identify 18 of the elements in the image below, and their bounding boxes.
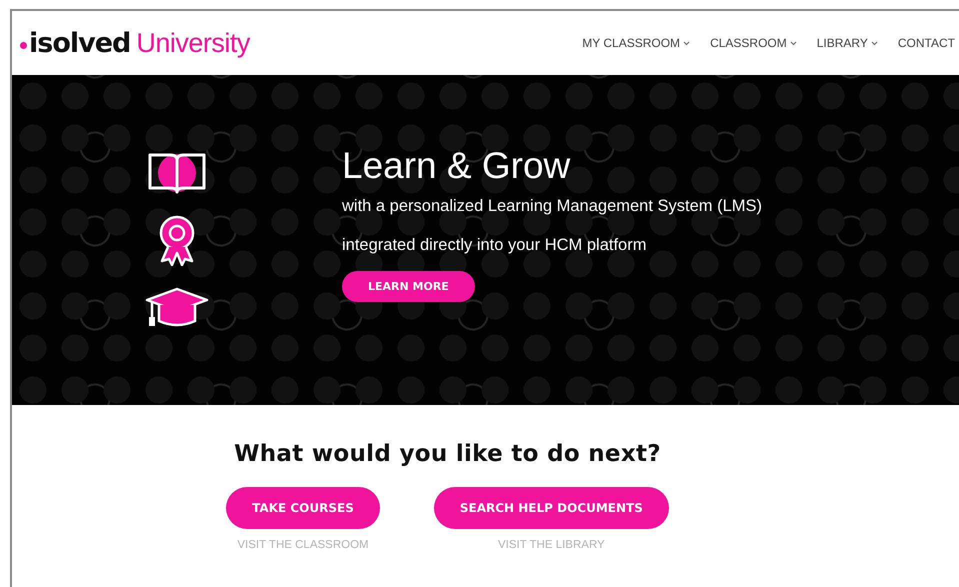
nav-link[interactable]: CLASSROOM [710,36,797,50]
section-heading: What would you like to do next? [234,441,661,467]
logo-product[interactable]: University [136,28,250,58]
nav-link[interactable]: LIBRARY [816,36,878,50]
learn-more-button[interactable]: LEARN MORE [342,271,475,302]
logo-dot-icon [20,42,27,48]
logo-brand[interactable]: isolved [29,28,130,58]
open-book-icon [147,152,207,194]
hero-tagline: integrated directly into your HCM platform [342,236,648,255]
caption-link[interactable]: VISIT THE CLASSROOM [237,539,369,551]
caption-link[interactable]: VISIT THE LIBRARY [498,539,605,551]
action-button[interactable]: TAKE COURSES [226,487,380,529]
nav-link[interactable]: MY CLASSROOM [582,36,690,50]
hero-title: Learn & Grow [342,145,572,187]
nav-link[interactable]: CONTACT [898,36,955,50]
graduation-cap-icon [144,286,210,328]
hero-tagline: with a personalized Learning Management System (LMS) [342,197,762,216]
action-button[interactable]: SEARCH HELP DOCUMENTS [434,487,669,529]
